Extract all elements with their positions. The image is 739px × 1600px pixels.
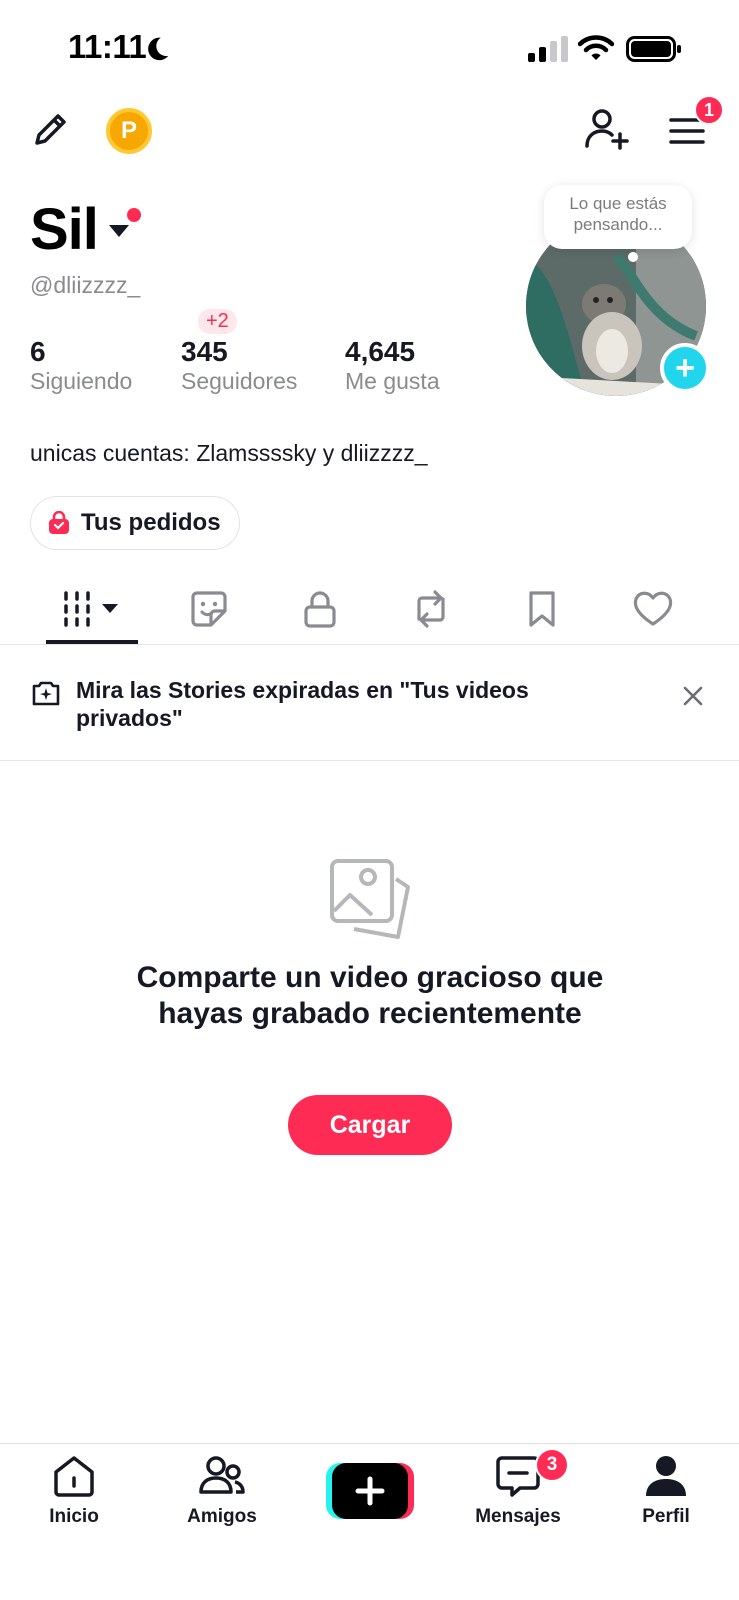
stat-likes-label: Me gusta bbox=[345, 368, 440, 394]
stories-banner-text: Mira las Stories expiradas en "Tus video… bbox=[76, 677, 529, 731]
profile-name: Sil bbox=[30, 197, 99, 262]
tab-reposts[interactable] bbox=[408, 586, 454, 632]
stat-following[interactable]: 6 Siguiendo bbox=[30, 336, 132, 395]
messages-badge: 3 bbox=[535, 1448, 569, 1482]
status-time: 11:11 bbox=[68, 28, 147, 65]
account-switch-caret-icon[interactable] bbox=[108, 224, 130, 238]
stat-followers[interactable]: 345 Seguidores bbox=[181, 336, 297, 395]
bookmark-icon bbox=[529, 591, 555, 627]
moon-icon bbox=[148, 37, 169, 61]
shopping-bag-icon bbox=[49, 511, 69, 534]
heart-icon bbox=[633, 591, 673, 626]
home-icon bbox=[54, 1456, 94, 1497]
tab-stickers[interactable] bbox=[186, 586, 232, 632]
battery-icon bbox=[626, 36, 681, 62]
profile-bio: unicas cuentas: Zlamssssky y dliizzzz_ bbox=[30, 440, 428, 466]
coin-badge[interactable]: P bbox=[106, 108, 152, 154]
orders-label: Tus pedidos bbox=[81, 509, 221, 536]
grid-icon bbox=[64, 591, 118, 627]
upload-button[interactable]: Cargar bbox=[288, 1095, 452, 1155]
close-icon[interactable] bbox=[681, 684, 705, 708]
friends-icon bbox=[199, 1456, 245, 1494]
stat-following-label: Siguiendo bbox=[30, 368, 133, 394]
nav-profile-label: Perfil bbox=[642, 1506, 690, 1527]
photos-icon bbox=[330, 859, 410, 939]
nav-home[interactable]: Inicio bbox=[14, 1452, 134, 1528]
stat-likes-value: 4,645 bbox=[345, 336, 416, 367]
plus-icon bbox=[355, 1476, 385, 1506]
stories-sparkle-icon bbox=[32, 681, 60, 706]
add-story-button[interactable]: + bbox=[660, 343, 710, 393]
empty-state-title: Comparte un video gracioso que hayas gra… bbox=[136, 961, 604, 1030]
edit-pencil-icon[interactable] bbox=[30, 108, 72, 150]
nav-friends-label: Amigos bbox=[187, 1506, 257, 1527]
notification-dot bbox=[127, 208, 141, 222]
repost-icon bbox=[417, 590, 445, 628]
thought-bubble-tail bbox=[628, 252, 638, 262]
bottom-nav-divider bbox=[0, 1443, 739, 1444]
followers-delta-badge: +2 bbox=[198, 309, 237, 334]
banner-divider bbox=[0, 760, 739, 761]
thought-bubble[interactable]: Lo que estás pensando... bbox=[544, 185, 692, 249]
create-button[interactable] bbox=[326, 1463, 414, 1519]
tab-liked[interactable] bbox=[630, 586, 676, 632]
nav-friends[interactable]: Amigos bbox=[162, 1452, 282, 1528]
tab-videos[interactable] bbox=[62, 586, 122, 632]
sticker-icon bbox=[191, 591, 227, 627]
stat-followers-label: Seguidores bbox=[181, 368, 298, 394]
signal-icon bbox=[528, 36, 568, 62]
orders-button[interactable]: Tus pedidos bbox=[30, 496, 240, 550]
profile-handle: @dliizzzz_ bbox=[30, 272, 141, 298]
nav-profile[interactable]: Perfil bbox=[606, 1452, 726, 1528]
stat-following-value: 6 bbox=[30, 336, 46, 367]
stat-followers-value: 345 bbox=[181, 336, 228, 367]
tab-saved[interactable] bbox=[519, 586, 565, 632]
tab-private[interactable] bbox=[297, 586, 343, 632]
wifi-icon bbox=[578, 35, 614, 60]
stat-likes[interactable]: 4,645 Me gusta bbox=[345, 336, 440, 395]
add-friend-icon[interactable] bbox=[584, 106, 630, 152]
tabs-divider bbox=[0, 644, 739, 645]
nav-messages-label: Mensajes bbox=[475, 1506, 561, 1527]
nav-home-label: Inicio bbox=[49, 1506, 99, 1527]
menu-notification-badge: 1 bbox=[694, 95, 724, 125]
lock-icon bbox=[304, 591, 336, 628]
profile-icon bbox=[646, 1456, 686, 1496]
